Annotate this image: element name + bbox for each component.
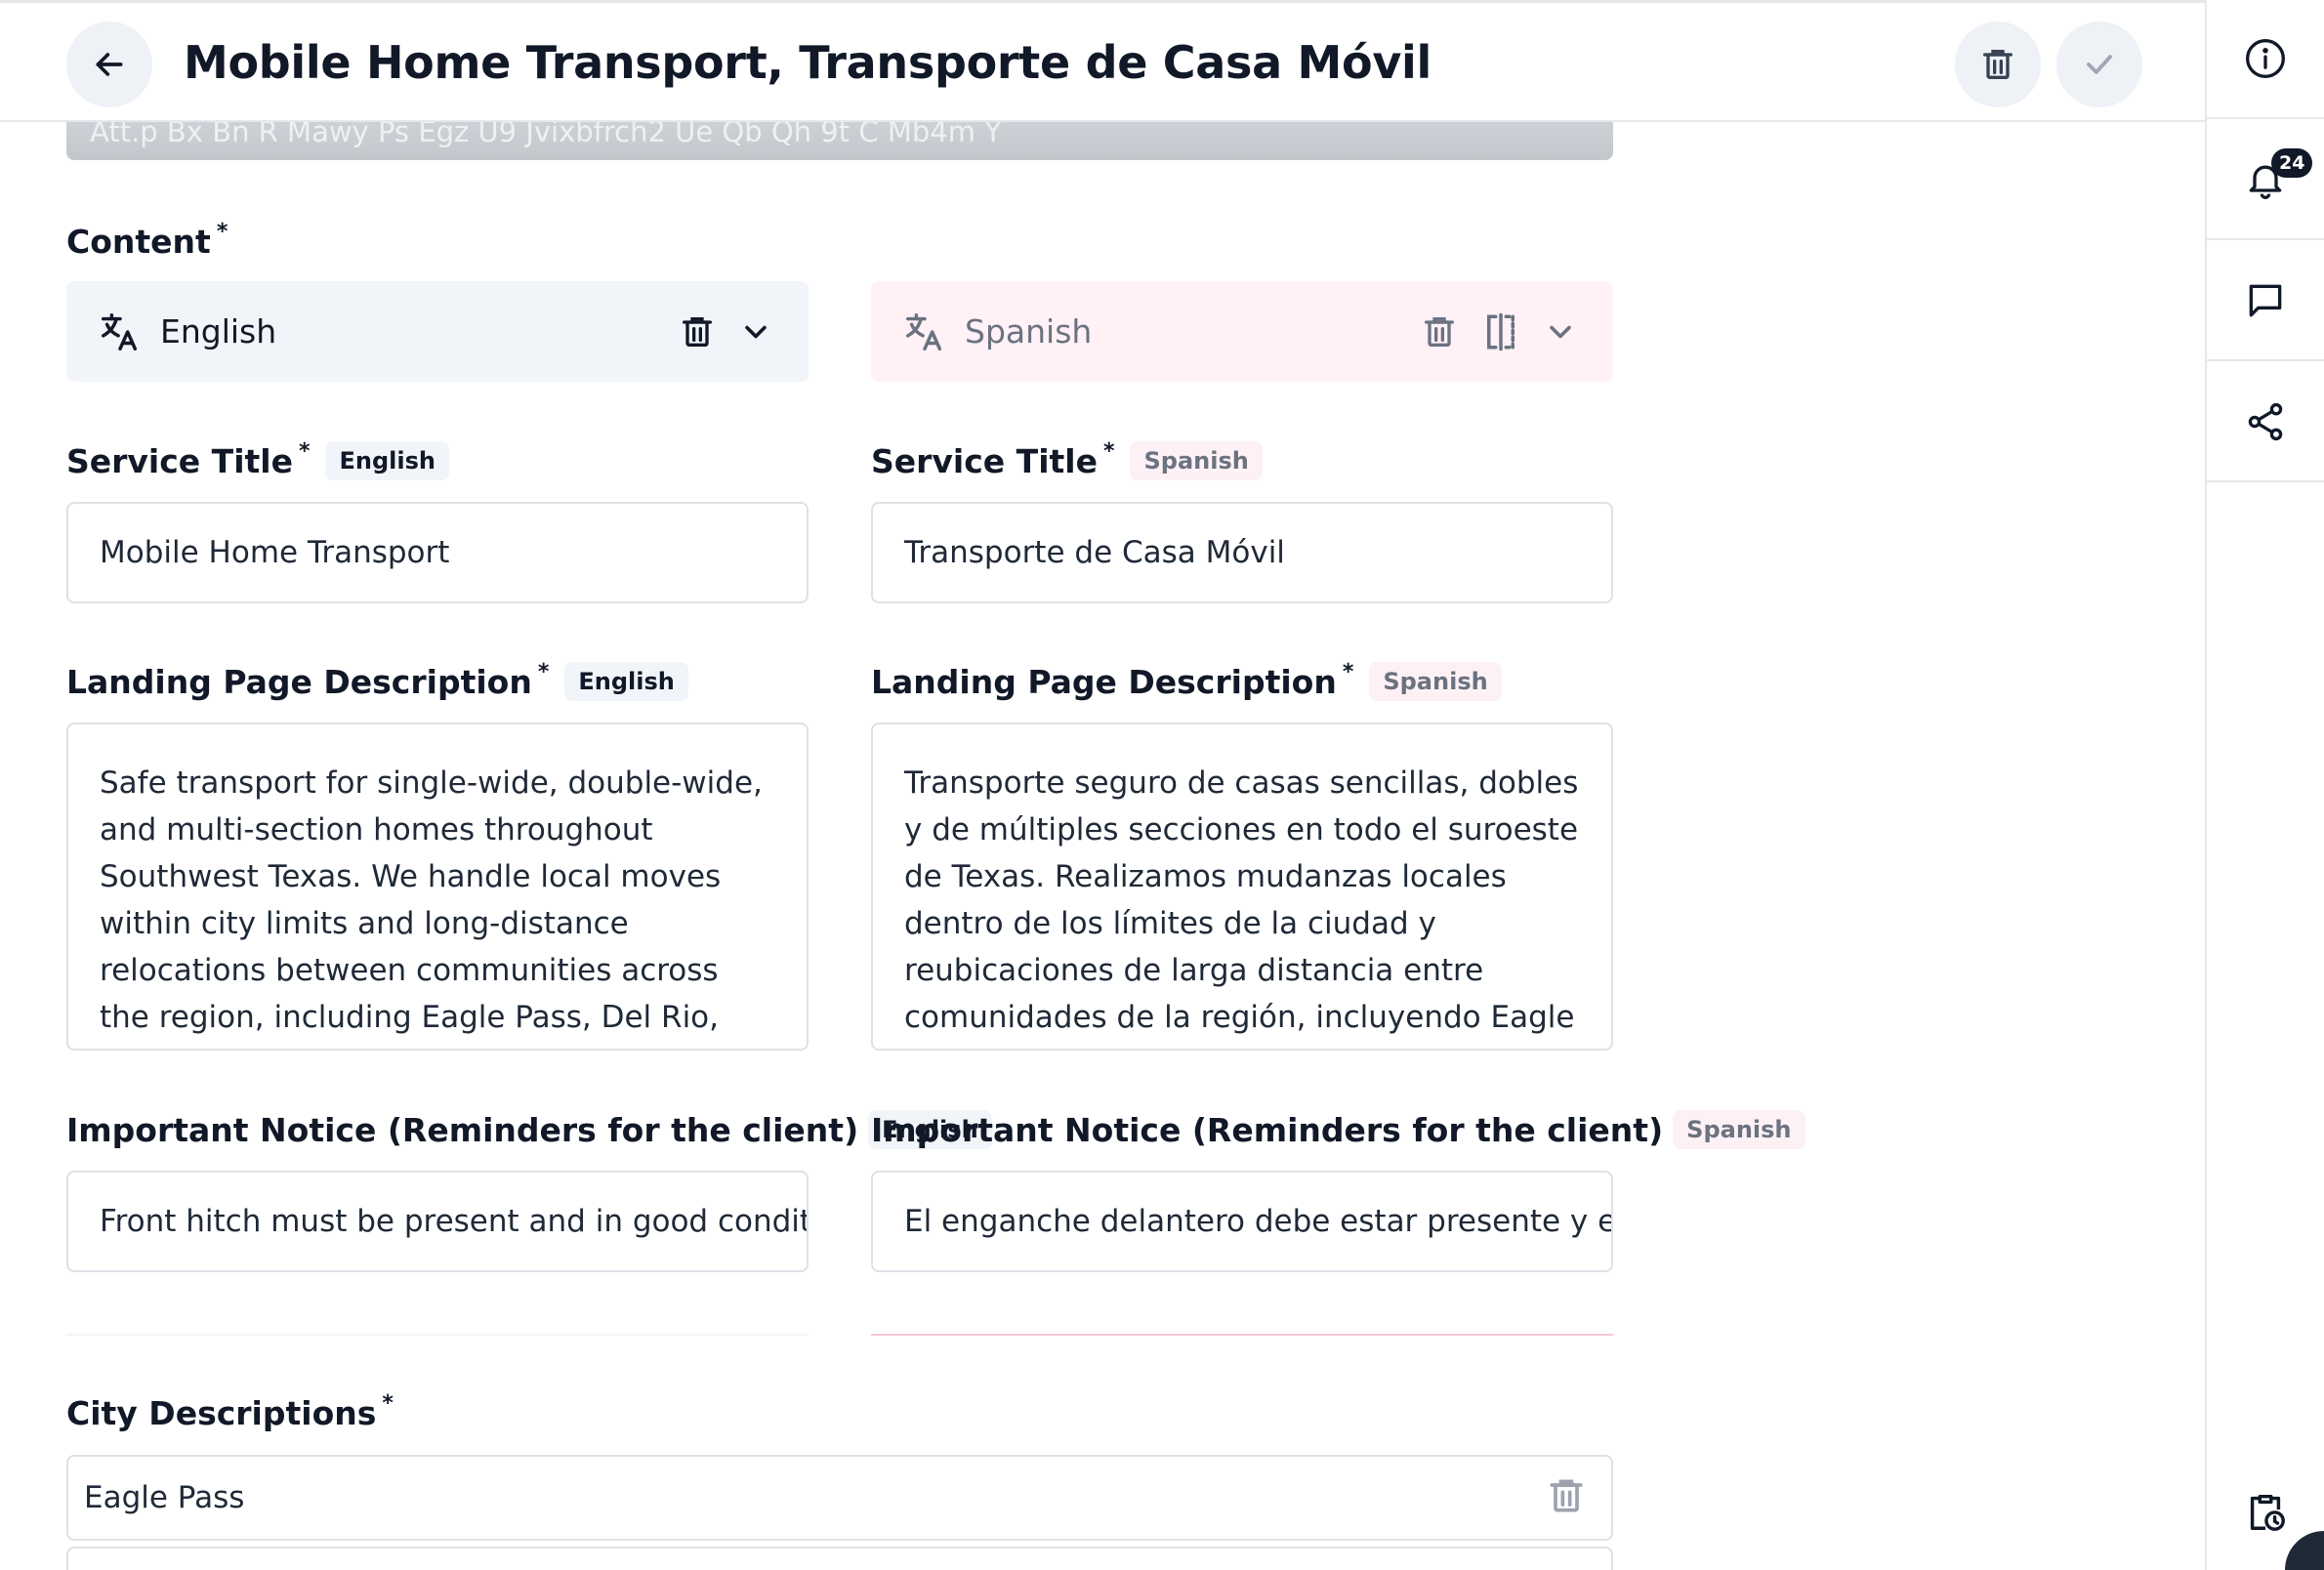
service-title-label-spanish: Service Title * Spanish [871,438,1263,480]
notifications-button[interactable]: 24 [2207,121,2324,240]
info-icon [2246,39,2285,78]
service-title-label-english: Service Title * English [66,438,449,480]
page-title: Mobile Home Transport, Transporte de Cas… [184,36,1432,89]
translate-icon [906,312,942,351]
important-notice-label-spanish: Important Notice (Reminders for the clie… [871,1110,1805,1149]
required-marker: * [382,1391,394,1416]
city-descriptions-label: City Descriptions * [66,1391,394,1432]
important-notice-input-english[interactable]: Front hitch must be present and in good … [66,1171,809,1272]
important-notice-label-english: Important Notice (Reminders for the clie… [66,1110,992,1149]
trash-icon[interactable] [1420,312,1459,351]
arrow-left-icon [96,53,123,76]
check-icon [2087,55,2112,74]
trash-icon[interactable] [1545,1474,1588,1517]
content-label: Content * [66,220,228,261]
language-tag: Spanish [1369,662,1502,701]
required-marker: * [1342,659,1354,684]
language-tag: English [564,662,688,701]
split-view-icon[interactable] [1480,311,1521,352]
landing-description-textarea-spanish[interactable]: Transporte seguro de casas sencillas, do… [871,723,1613,1051]
info-button[interactable] [2207,0,2324,119]
language-name: Spanish [965,312,1093,351]
language-tag: Spanish [1673,1110,1805,1149]
landing-description-label-english: Landing Page Description * English [66,659,688,701]
service-title-input-english[interactable]: Mobile Home Transport [66,502,809,603]
city-item[interactable]: Eagle Pass [66,1455,1613,1541]
required-marker: * [216,220,228,244]
column-divider-english [66,1334,809,1336]
language-tag: Spanish [1130,441,1263,480]
share-button[interactable] [2207,363,2324,482]
chevron-down-icon[interactable] [738,314,773,350]
chevron-down-icon[interactable] [1543,314,1578,350]
clipboard-clock-icon [2250,1494,2285,1531]
language-name: English [160,312,277,351]
trash-icon[interactable] [678,312,717,351]
comments-button[interactable] [2207,242,2324,361]
city-name: Eagle Pass [84,1480,245,1515]
landing-description-textarea-english[interactable]: Safe transport for single-wide, double-w… [66,723,809,1051]
chat-icon [2249,284,2282,317]
page-header: Mobile Home Transport, Transporte de Cas… [0,0,2205,122]
landing-description-label-spanish: Landing Page Description * Spanish [871,659,1502,701]
language-tag: English [325,441,449,480]
share-icon [2248,402,2283,441]
important-notice-input-spanish[interactable]: El enganche delantero debe estar present… [871,1171,1613,1272]
column-divider-spanish [871,1334,1613,1336]
translate-icon [102,312,138,351]
required-marker: * [537,659,550,684]
required-marker: * [1102,438,1115,464]
delete-button[interactable] [1955,21,2041,107]
trash-icon [1983,50,2013,79]
service-title-input-spanish[interactable]: Transporte de Casa Móvil [871,502,1613,603]
right-rail: 24 [2205,0,2324,1570]
language-bar-spanish[interactable]: Spanish [871,281,1613,382]
language-bar-english[interactable]: English [66,281,809,382]
required-marker: * [298,438,311,464]
back-button[interactable] [66,21,152,107]
city-item[interactable] [66,1547,1613,1570]
notification-count-badge: 24 [2271,148,2313,178]
confirm-button[interactable] [2056,21,2142,107]
